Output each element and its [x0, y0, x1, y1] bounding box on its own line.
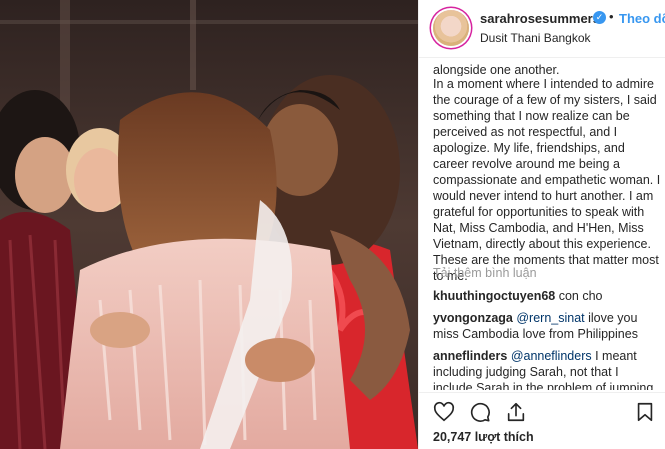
caption-body: In a moment where I intended to admire t… — [433, 77, 661, 283]
follow-button[interactable]: Theo dõi — [619, 11, 665, 26]
post-caption: alongside one another. In a moment where… — [433, 62, 661, 284]
comment-mention-link[interactable]: @anneflinders — [511, 349, 592, 363]
post-side-panel: sarahrosesummers ✓ • Theo dõi Dusit Than… — [418, 0, 665, 449]
post-actions-bar: 20,747 lượt thích — [419, 392, 665, 449]
comment-username[interactable]: khuuthingoctuyen68 — [433, 289, 555, 303]
comment-item: anneflinders @anneflinders I meant inclu… — [433, 348, 661, 390]
share-icon[interactable] — [505, 401, 527, 423]
comment-item: yvongonzaga @rern_sinat ilove you miss C… — [433, 310, 661, 342]
bookmark-icon[interactable] — [634, 401, 656, 423]
load-more-comments-link[interactable]: Tải thêm bình luận — [433, 266, 537, 280]
comment-text: con cho — [558, 289, 603, 303]
caption-lead: alongside one another. — [433, 63, 560, 76]
group-hug-photo — [0, 0, 418, 449]
likes-count[interactable]: 20,747 lượt thích — [433, 430, 534, 444]
header-separator: • — [609, 9, 614, 24]
comment-item: khuuthingoctuyen68 con cho — [433, 288, 661, 304]
username-link[interactable]: sarahrosesummers — [480, 11, 600, 26]
comment-bubble-icon[interactable] — [469, 401, 491, 423]
avatar[interactable] — [433, 10, 469, 46]
verified-badge-icon: ✓ — [593, 11, 606, 24]
post-photo[interactable] — [0, 0, 418, 449]
comment-mention-link[interactable]: @rern_sinat — [516, 311, 584, 325]
comment-username[interactable]: yvongonzaga — [433, 311, 513, 325]
heart-icon[interactable] — [433, 401, 455, 423]
location-link[interactable]: Dusit Thani Bangkok — [480, 31, 591, 45]
post-header: sarahrosesummers ✓ • Theo dõi Dusit Than… — [419, 0, 665, 58]
comment-username[interactable]: anneflinders — [433, 349, 507, 363]
